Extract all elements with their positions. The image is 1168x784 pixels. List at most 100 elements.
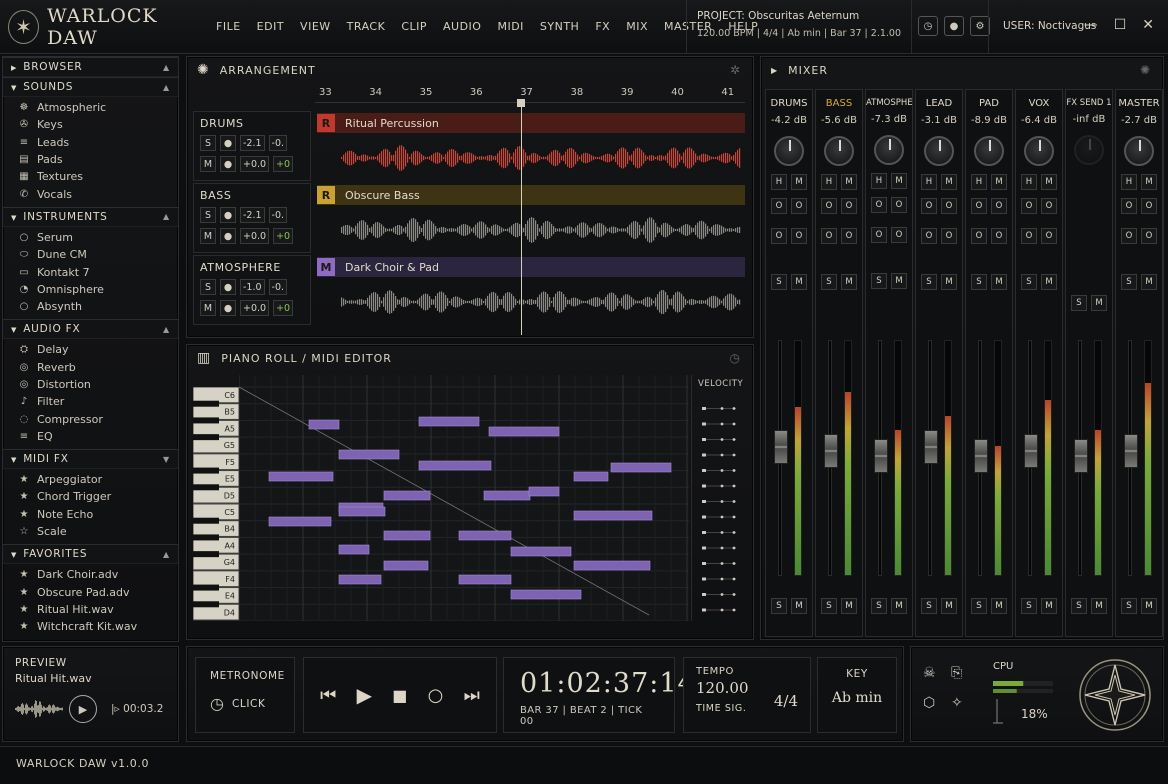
user-label[interactable]: USER: Noctivagus	[988, 0, 1096, 54]
fader[interactable]	[1024, 340, 1056, 580]
browser-item[interactable]: ▤ Pads	[3, 151, 178, 168]
record-icon[interactable]: ●	[944, 16, 964, 36]
mono-button[interactable]: M	[791, 174, 807, 190]
mute-button[interactable]: M	[1091, 598, 1107, 614]
key-value[interactable]: Ab min	[826, 690, 888, 706]
chevron-up-icon[interactable]: ▲	[163, 63, 170, 72]
phase-button[interactable]: H	[871, 173, 887, 189]
mute-button[interactable]: M	[200, 228, 216, 244]
mute-button[interactable]: M	[791, 274, 807, 290]
skip-back-icon[interactable]: ⏮	[320, 685, 336, 706]
mute-button[interactable]: M	[1141, 598, 1157, 614]
clip[interactable]: R Ritual Percussion	[317, 113, 745, 179]
browser-item[interactable]: ≡ EQ	[3, 428, 178, 445]
fader-cap[interactable]	[924, 429, 938, 464]
menu-mix[interactable]: MIX	[618, 20, 656, 33]
phase-button[interactable]: H	[1021, 174, 1037, 190]
menu-file[interactable]: FILE	[208, 20, 249, 33]
mute-button[interactable]: M	[991, 274, 1007, 290]
clock-icon[interactable]: ◷	[918, 16, 938, 36]
mono-button[interactable]: M	[841, 174, 857, 190]
browser-item[interactable]: ★ Chord Trigger	[3, 488, 178, 505]
solo-button[interactable]: S	[971, 274, 987, 290]
phase-button[interactable]: H	[821, 174, 837, 190]
pan-knob[interactable]	[1024, 136, 1054, 166]
insert-slot[interactable]: O	[941, 198, 957, 214]
stop-icon[interactable]: ■	[392, 686, 407, 705]
browser-item[interactable]: ◎ Distortion	[3, 376, 178, 393]
volume-value[interactable]: -2.1	[240, 207, 265, 223]
playhead[interactable]	[521, 103, 522, 335]
browser-header[interactable]: ▶ BROWSER ▲	[3, 57, 178, 77]
audio-fx-header[interactable]: ▼ AUDIO FX ▲	[3, 319, 178, 340]
menu-view[interactable]: VIEW	[292, 20, 339, 33]
chevron-up-icon[interactable]: ▲	[163, 550, 170, 559]
insert-slot[interactable]: O	[791, 198, 807, 214]
arm-button[interactable]: ●	[220, 279, 236, 295]
send-slot[interactable]: O	[1041, 228, 1057, 244]
clip-tag[interactable]: R	[317, 114, 335, 132]
solo-button[interactable]: S	[921, 274, 937, 290]
play-icon[interactable]: ▶	[357, 683, 372, 707]
insert-slot[interactable]: O	[921, 198, 937, 214]
browser-item[interactable]: ★ Arpeggiator	[3, 471, 178, 488]
browser-item[interactable]: ◌ Compressor	[3, 410, 178, 427]
settings-icon[interactable]: ⚙	[970, 16, 990, 36]
sounds-header[interactable]: ▼ SOUNDS ▲	[3, 77, 178, 97]
mute-button[interactable]: M	[1141, 274, 1157, 290]
pan-value[interactable]: -0.	[268, 207, 288, 223]
browser-item[interactable]: ★ Note Echo	[3, 506, 178, 523]
cube-icon[interactable]: ⬡	[923, 695, 951, 711]
chevron-up-icon[interactable]: ▲	[163, 83, 170, 92]
piano-keys[interactable]: C6 B5 A5 G5 F5 E5 D5 C5 B4 A4 G4 F4 E4 D4	[193, 387, 239, 621]
triangle-icon[interactable]: ▶	[771, 66, 778, 75]
mute-button[interactable]: M	[941, 274, 957, 290]
time-signature-value[interactable]: 4/4	[774, 692, 798, 710]
insert-slot[interactable]: O	[1021, 198, 1037, 214]
mute-button[interactable]: M	[791, 598, 807, 614]
browser-item[interactable]: ◔ Omnisphere	[3, 281, 178, 298]
insert-slot[interactable]: O	[871, 197, 887, 213]
close-icon[interactable]: ✕	[1142, 17, 1154, 33]
fader-cap[interactable]	[974, 439, 988, 474]
tempo-value[interactable]: 120.00	[696, 679, 749, 697]
mono-button[interactable]: M	[991, 174, 1007, 190]
insert-slot[interactable]: O	[971, 198, 987, 214]
browser-item[interactable]: ○ Absynth	[3, 298, 178, 315]
browser-item[interactable]: ★ Dark Choir.adv	[3, 566, 178, 583]
click-toggle[interactable]: ◷ CLICK	[210, 694, 280, 713]
maximize-icon[interactable]: ☐	[1114, 17, 1127, 33]
pan-knob[interactable]	[874, 135, 904, 165]
send-slot[interactable]: O	[891, 227, 907, 243]
fader[interactable]	[1074, 340, 1106, 580]
send-slot[interactable]: O	[921, 228, 937, 244]
midi-fx-header[interactable]: ▼ MIDI FX ▼	[3, 449, 178, 470]
note-grid[interactable]	[239, 375, 689, 621]
clip[interactable]: M Dark Choir & Pad	[317, 257, 745, 323]
fader[interactable]	[1124, 340, 1156, 580]
browser-item[interactable]: ▦ Textures	[3, 168, 178, 185]
send-slot[interactable]: O	[1021, 228, 1037, 244]
offset-value[interactable]: +0	[273, 228, 294, 244]
fader-cap[interactable]	[824, 434, 838, 469]
clip-tag[interactable]: R	[317, 186, 335, 204]
solo-button[interactable]: S	[1071, 598, 1087, 614]
pan-knob[interactable]	[974, 136, 1004, 166]
minimize-icon[interactable]: —	[1084, 17, 1098, 33]
browser-item[interactable]: ◎ Reverb	[3, 359, 178, 376]
solo-button[interactable]: S	[1121, 274, 1137, 290]
browser-item[interactable]: ✇ Keys	[3, 116, 178, 133]
mute-button[interactable]: M	[200, 156, 216, 172]
solo-button[interactable]: S	[771, 274, 787, 290]
send-slot[interactable]: O	[821, 228, 837, 244]
arm-button[interactable]: ●	[220, 135, 236, 151]
mute-button[interactable]: M	[891, 598, 907, 614]
solo-button[interactable]: S	[1021, 274, 1037, 290]
track-header[interactable]: DRUMS S ● -2.1 -0. M ● +0.0 +0	[193, 111, 311, 181]
mute-button[interactable]: M	[891, 273, 907, 289]
menu-fx[interactable]: FX	[587, 20, 618, 33]
browser-item[interactable]: ♪ Filter	[3, 393, 178, 410]
menu-midi[interactable]: MIDI	[489, 20, 531, 33]
mono-button[interactable]: M	[1141, 174, 1157, 190]
phase-button[interactable]: H	[921, 174, 937, 190]
